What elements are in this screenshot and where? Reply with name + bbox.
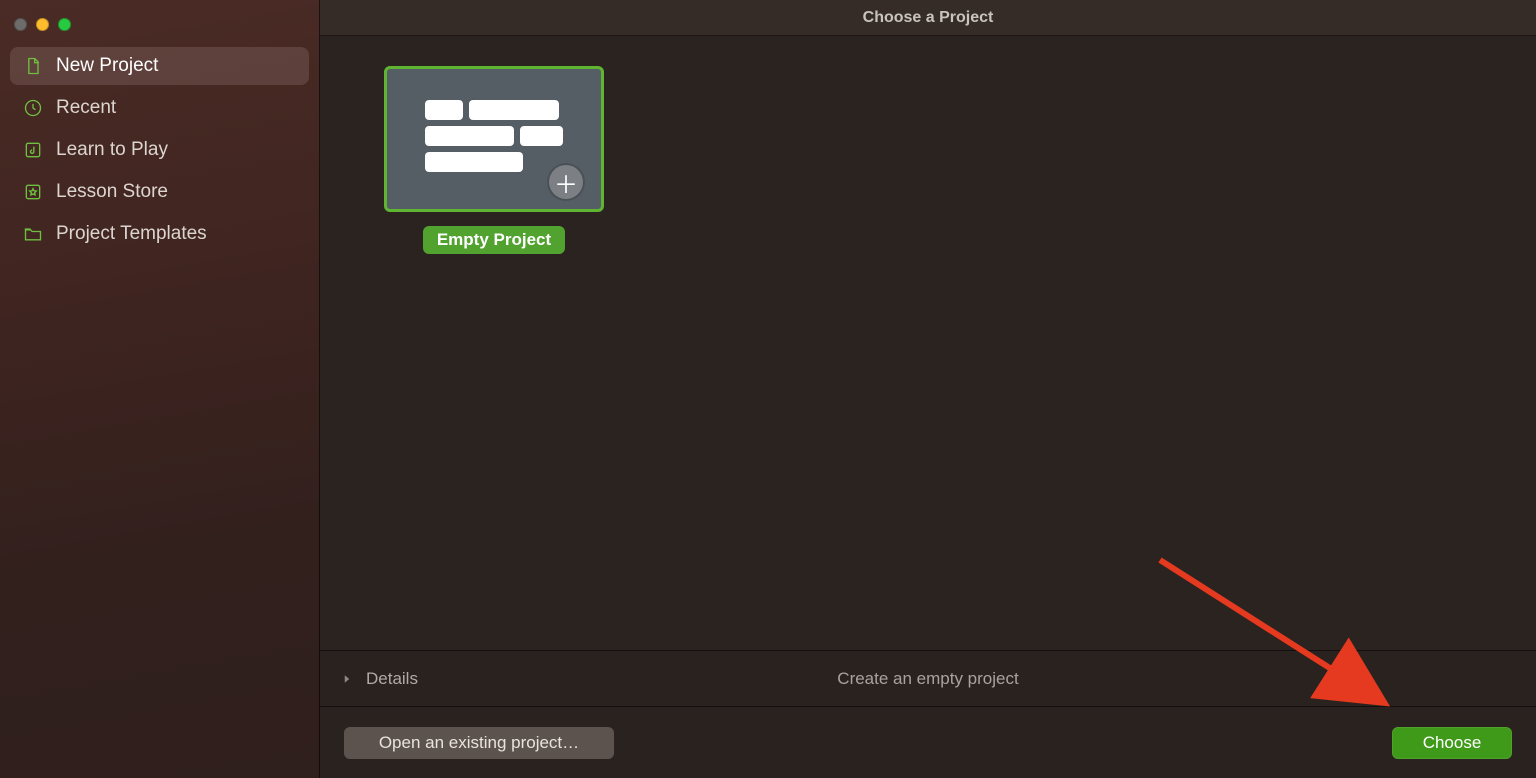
- footer: Open an existing project… Choose: [320, 706, 1536, 778]
- plus-icon: ＋: [549, 165, 583, 199]
- sidebar-item-label: Project Templates: [56, 223, 207, 245]
- details-toggle[interactable]: Details: [340, 669, 418, 689]
- template-thumbnail-art: [425, 100, 563, 178]
- star-box-icon: [22, 181, 44, 203]
- details-header: Details: [366, 669, 418, 689]
- window-controls: [0, 10, 319, 47]
- music-note-icon: [22, 139, 44, 161]
- sidebar-item-project-templates[interactable]: Project Templates: [10, 215, 309, 253]
- maximize-window-button[interactable]: [58, 18, 71, 31]
- sidebar-item-label: Recent: [56, 97, 116, 119]
- window-title: Choose a Project: [863, 9, 994, 27]
- template-label: Empty Project: [423, 226, 565, 254]
- template-thumbnail: ＋: [384, 66, 604, 212]
- minimize-window-button[interactable]: [36, 18, 49, 31]
- template-gallery: ＋ Empty Project: [320, 36, 1536, 650]
- sidebar-item-learn-to-play[interactable]: Learn to Play: [10, 131, 309, 169]
- document-icon: [22, 55, 44, 77]
- sidebar: New Project Recent Learn to Play: [0, 0, 320, 778]
- window-title-bar: Choose a Project: [320, 0, 1536, 36]
- sidebar-item-label: New Project: [56, 55, 158, 77]
- close-window-button[interactable]: [14, 18, 27, 31]
- sidebar-item-label: Learn to Play: [56, 139, 168, 161]
- main-panel: Choose a Project ＋ Empty Project Details…: [320, 0, 1536, 778]
- choose-button[interactable]: Choose: [1392, 727, 1512, 759]
- clock-icon: [22, 97, 44, 119]
- chevron-right-icon: [340, 672, 354, 686]
- sidebar-item-recent[interactable]: Recent: [10, 89, 309, 127]
- sidebar-item-label: Lesson Store: [56, 181, 168, 203]
- sidebar-list: New Project Recent Learn to Play: [0, 47, 319, 253]
- details-strip: Details Create an empty project: [320, 650, 1536, 706]
- sidebar-item-lesson-store[interactable]: Lesson Store: [10, 173, 309, 211]
- open-existing-project-button[interactable]: Open an existing project…: [344, 727, 614, 759]
- template-card-empty-project[interactable]: ＋ Empty Project: [384, 66, 604, 254]
- folder-icon: [22, 223, 44, 245]
- details-description: Create an empty project: [837, 669, 1018, 689]
- sidebar-item-new-project[interactable]: New Project: [10, 47, 309, 85]
